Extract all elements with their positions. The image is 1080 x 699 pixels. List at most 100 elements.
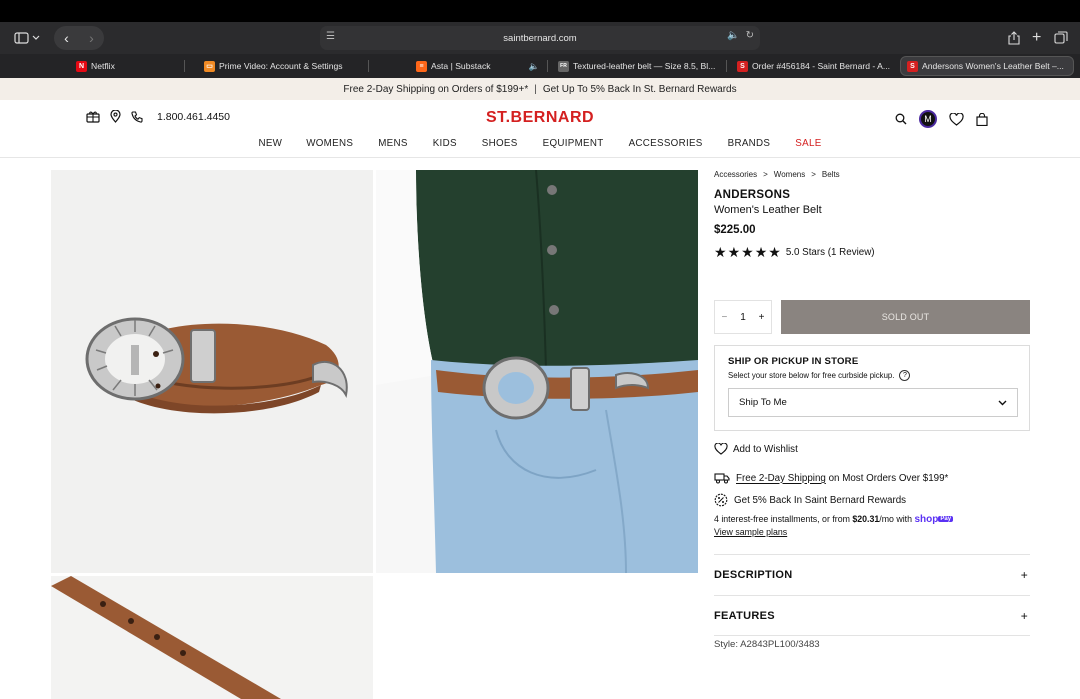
audio-icon[interactable]: 🔈 bbox=[529, 61, 540, 72]
reload-icon[interactable]: ↻ bbox=[746, 30, 754, 41]
installment-amount: $20.31 bbox=[852, 514, 880, 524]
audio-icon[interactable]: 🔈 bbox=[727, 30, 739, 41]
breadcrumb: Accessories > Womens > Belts bbox=[714, 170, 1030, 179]
product-image-belt[interactable] bbox=[51, 170, 373, 573]
netflix-favicon-icon: N bbox=[76, 60, 87, 72]
main-nav: NEW WOMENS MENS KIDS SHOES EQUIPMENT ACC… bbox=[0, 138, 1080, 149]
tab-label: Prime Video: Account & Settings bbox=[219, 61, 343, 71]
wishlist-label: Add to Wishlist bbox=[733, 443, 798, 455]
fr-favicon-icon: FR bbox=[558, 60, 569, 72]
expand-plus-icon: + bbox=[1020, 608, 1028, 623]
star-icon: ★ bbox=[741, 244, 754, 260]
installments-suffix: /mo with bbox=[879, 514, 913, 524]
breadcrumb-separator: > bbox=[763, 170, 768, 179]
nav-item-shoes[interactable]: SHOES bbox=[482, 138, 518, 149]
tab-netflix[interactable]: N Netflix bbox=[70, 56, 180, 76]
forward-button[interactable]: › bbox=[89, 30, 94, 46]
breadcrumb-accessories[interactable]: Accessories bbox=[714, 170, 757, 179]
belt-photo-image bbox=[85, 317, 348, 414]
nav-item-sale[interactable]: SALE bbox=[795, 138, 821, 149]
new-tab-button[interactable]: + bbox=[1032, 28, 1041, 48]
rating-text: 5.0 Stars (1 Review) bbox=[785, 246, 875, 258]
tab-order[interactable]: S Order #456184 - Saint Bernard - A... bbox=[731, 56, 897, 76]
heart-icon[interactable] bbox=[949, 112, 964, 126]
nav-item-accessories[interactable]: ACCESSORIES bbox=[629, 138, 703, 149]
breadcrumb-belts[interactable]: Belts bbox=[822, 170, 840, 179]
tab-textured-belt[interactable]: FR Textured-leather belt — Size 8.5, Bl..… bbox=[552, 56, 722, 76]
sold-out-label: SOLD OUT bbox=[881, 312, 930, 322]
installments-text: 4 interest-free installments, or from bbox=[714, 514, 853, 524]
shipping-perk: Free 2-Day Shipping on Most Orders Over … bbox=[714, 472, 948, 484]
help-icon[interactable]: ? bbox=[899, 370, 911, 381]
description-accordion[interactable]: DESCRIPTION + bbox=[714, 554, 1030, 595]
tab-label: Textured-leather belt — Size 8.5, Bl... bbox=[573, 61, 716, 71]
tab-label: Netflix bbox=[91, 61, 115, 71]
shop-pay-logo: shop Pay bbox=[914, 514, 954, 525]
tab-overview-button[interactable] bbox=[1054, 28, 1068, 48]
shipping-perk-text: on Most Orders Over $199* bbox=[825, 472, 949, 484]
reader-icon[interactable]: ☰ bbox=[326, 31, 335, 42]
product-brand[interactable]: ANDERSONS bbox=[714, 189, 1030, 201]
star-icon: ★ bbox=[714, 244, 727, 260]
saint-bernard-favicon-icon: S bbox=[737, 60, 748, 72]
nav-item-brands[interactable]: BRANDS bbox=[728, 138, 771, 149]
view-sample-plans-link[interactable]: View sample plans bbox=[714, 527, 787, 537]
browser-toolbar: ‹ › ☰ saintbernard.com 🔈 ↻ + bbox=[0, 22, 1080, 54]
heart-icon bbox=[714, 443, 728, 455]
rewards-perk: Get 5% Back In Saint Bernard Rewards bbox=[714, 493, 906, 507]
share-icon bbox=[1008, 31, 1020, 45]
tab-andersons-active[interactable]: S Andersons Women's Leather Belt –... bbox=[900, 56, 1074, 76]
free-shipping-link[interactable]: Free 2-Day Shipping bbox=[736, 473, 826, 484]
address-bar[interactable]: ☰ saintbernard.com 🔈 ↻ bbox=[320, 26, 760, 50]
star-icon: ★ bbox=[727, 244, 741, 260]
sold-out-button[interactable]: SOLD OUT bbox=[781, 300, 1030, 334]
quantity-stepper: − 1 + bbox=[714, 300, 772, 334]
avatar-initial: M bbox=[924, 114, 932, 124]
saint-bernard-favicon-icon: S bbox=[907, 60, 918, 72]
search-icon[interactable] bbox=[895, 113, 907, 125]
installments-info: 4 interest-free installments, or from $2… bbox=[714, 514, 1030, 537]
product-image-worn[interactable] bbox=[376, 170, 698, 573]
breadcrumb-womens[interactable]: Womens bbox=[774, 170, 805, 179]
site-header: 1.800.461.4450 ST.BERNARD M NEW WOMENS M… bbox=[0, 100, 1080, 158]
purchase-row: − 1 + SOLD OUT bbox=[714, 300, 1030, 334]
features-accordion[interactable]: FEATURES + bbox=[714, 595, 1030, 636]
qty-value[interactable]: 1 bbox=[740, 312, 746, 323]
product-details: Accessories > Womens > Belts ANDERSONS W… bbox=[714, 170, 1030, 650]
nav-item-equipment[interactable]: EQUIPMENT bbox=[543, 138, 604, 149]
shop-pay-pay: Pay bbox=[938, 516, 954, 523]
nav-item-mens[interactable]: MENS bbox=[378, 138, 408, 149]
qty-increase-button[interactable]: + bbox=[759, 312, 765, 323]
qty-decrease-button[interactable]: − bbox=[721, 312, 727, 323]
substack-favicon-icon: ≡ bbox=[416, 60, 427, 72]
description-heading: DESCRIPTION bbox=[714, 569, 793, 581]
shop-pay-shop: shop bbox=[914, 514, 939, 525]
truck-icon bbox=[714, 473, 730, 484]
account-avatar[interactable]: M bbox=[919, 110, 937, 128]
nav-item-new[interactable]: NEW bbox=[258, 138, 282, 149]
prime-favicon-icon: ▭ bbox=[204, 60, 215, 72]
sidebar-toggle-button[interactable] bbox=[10, 28, 44, 48]
nav-item-womens[interactable]: WOMENS bbox=[306, 138, 353, 149]
ship-title: SHIP OR PICKUP IN STORE bbox=[728, 356, 859, 367]
product-style-code: Style: A2843PL100/3483 bbox=[714, 639, 820, 650]
add-to-wishlist-button[interactable]: Add to Wishlist bbox=[714, 443, 798, 455]
breadcrumb-separator: > bbox=[811, 170, 816, 179]
tab-substack[interactable]: ≡ Asta | Substack 🔈 bbox=[410, 56, 540, 76]
logo-text: ST.BERNARD bbox=[485, 109, 595, 126]
promo-banner[interactable]: Free 2-Day Shipping on Orders of $199+* … bbox=[0, 78, 1080, 100]
ship-method-select[interactable]: Ship To Me bbox=[728, 388, 1018, 417]
ship-or-pickup-box: SHIP OR PICKUP IN STORE Select your stor… bbox=[714, 345, 1030, 431]
sidebar-icon bbox=[14, 32, 40, 44]
product-rating[interactable]: ★ ★ ★ ★ ★ 5.0 Stars (1 Review) bbox=[714, 245, 1030, 259]
ship-subtitle: Select your store below for free curbsid… bbox=[728, 371, 895, 380]
share-button[interactable] bbox=[1008, 28, 1020, 48]
back-button[interactable]: ‹ bbox=[64, 30, 69, 46]
nav-item-kids[interactable]: KIDS bbox=[433, 138, 457, 149]
product-image-detail[interactable] bbox=[51, 576, 373, 699]
promo-separator: | bbox=[534, 83, 537, 95]
tab-prime-video[interactable]: ▭ Prime Video: Account & Settings bbox=[198, 56, 368, 76]
shopping-bag-icon[interactable] bbox=[976, 112, 988, 126]
ship-method-value: Ship To Me bbox=[739, 397, 787, 408]
tab-label: Asta | Substack bbox=[431, 61, 491, 71]
